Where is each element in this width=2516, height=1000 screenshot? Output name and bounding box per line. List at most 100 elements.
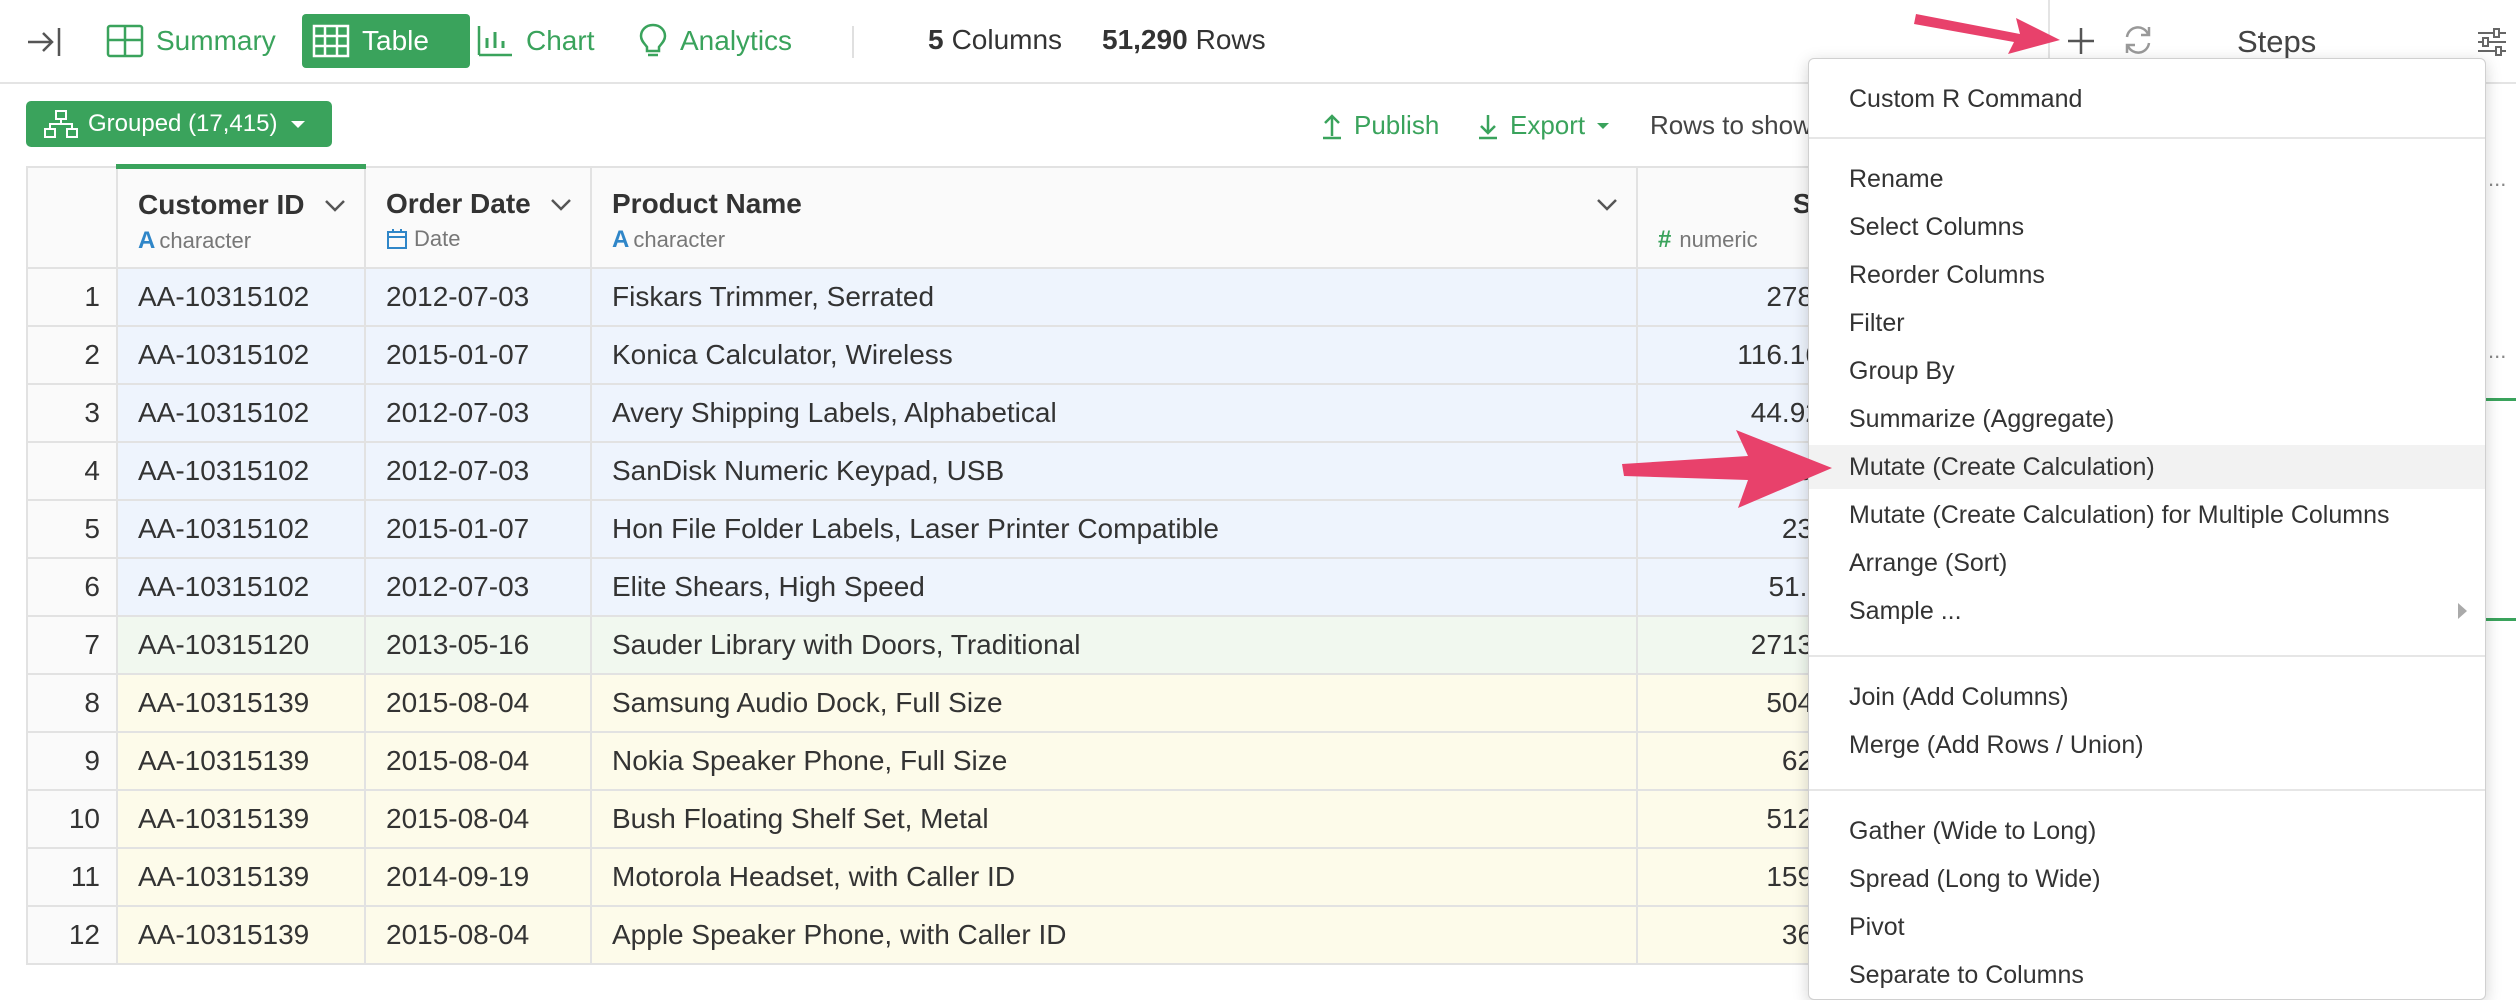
menu-item-select-columns[interactable]: Select Columns bbox=[1809, 205, 2485, 249]
cell-product-name: Fiskars Trimmer, Serrated bbox=[590, 267, 1638, 327]
cell-order-date: 2015-01-07 bbox=[364, 499, 592, 559]
menu-item-mutate[interactable]: Mutate (Create Calculation) bbox=[1809, 445, 2485, 489]
cell-order-date: 2015-01-07 bbox=[364, 325, 592, 385]
menu-item-summarize[interactable]: Summarize (Aggregate) bbox=[1809, 397, 2485, 441]
chevron-down-icon[interactable] bbox=[550, 198, 572, 212]
character-type-icon: A bbox=[612, 225, 630, 253]
chevron-down-icon[interactable] bbox=[1596, 198, 1618, 212]
menu-item-separate[interactable]: Separate to Columns bbox=[1809, 953, 2485, 997]
table-row: 5 AA-10315102 2015-01-07 Hon File Folder La… bbox=[26, 499, 1868, 559]
panel-ellipsis: ... bbox=[2488, 166, 2507, 191]
menu-item-reorder-columns[interactable]: Reorder Columns bbox=[1809, 253, 2485, 297]
table-row: 12 AA-10315139 2015-08-04 Apple Speaker Pho… bbox=[26, 905, 1868, 965]
tab-chart[interactable]: Chart bbox=[466, 14, 604, 68]
menu-item-filter[interactable]: Filter bbox=[1809, 301, 2485, 345]
table-row: 10 AA-10315139 2015-08-04 Bush Floating She… bbox=[26, 789, 1868, 849]
table-header-row: Customer ID Acharacter Order Date Date P… bbox=[26, 164, 1868, 269]
cell-product-name: Bush Floating Shelf Set, Metal bbox=[590, 789, 1638, 849]
column-type: Acharacter bbox=[138, 227, 364, 255]
refresh-icon[interactable] bbox=[2120, 22, 2156, 58]
menu-item-sample[interactable]: Sample ... bbox=[1809, 589, 2485, 633]
add-step-icon[interactable] bbox=[2064, 24, 2098, 58]
cell-product-name: Nokia Speaker Phone, Full Size bbox=[590, 731, 1638, 791]
upload-icon bbox=[1323, 113, 1341, 139]
column-header-order-date[interactable]: Order Date Date bbox=[364, 165, 592, 269]
menu-item-pivot[interactable]: Pivot bbox=[1809, 905, 2485, 949]
cell-product-name: Sauder Library with Doors, Traditional bbox=[590, 615, 1638, 675]
cell-product-name: Hon File Folder Labels, Laser Printer Co… bbox=[590, 499, 1638, 559]
tab-analytics-label: Analytics bbox=[680, 25, 793, 56]
cell-product-name: SanDisk Numeric Keypad, USB bbox=[590, 441, 1638, 501]
settings-sliders-icon[interactable] bbox=[2474, 24, 2510, 60]
cell-order-date: 2015-08-04 bbox=[364, 905, 592, 965]
add-step-menu: Custom R Command Rename Select Columns R… bbox=[1808, 58, 2486, 1000]
table-row: 1 AA-10315102 2012-07-03 Fiskars Trimmer, S… bbox=[26, 267, 1868, 327]
table-icon bbox=[312, 24, 350, 58]
row-number: 11 bbox=[26, 847, 118, 907]
tab-summary[interactable]: Summary bbox=[96, 14, 286, 68]
columns-count: 5 Columns bbox=[928, 24, 1062, 56]
table-row: 4 AA-10315102 2012-07-03 SanDisk Numeric Ke… bbox=[26, 441, 1868, 501]
export-button[interactable]: Export bbox=[1476, 110, 1623, 141]
columns-count-label: Columns bbox=[951, 24, 1063, 55]
menu-item-merge[interactable]: Merge (Add Rows / Union) bbox=[1809, 723, 2485, 767]
table-row: 3 AA-10315102 2012-07-03 Avery Shipping Lab… bbox=[26, 383, 1868, 443]
column-type-label: character bbox=[159, 228, 252, 253]
grouped-button[interactable]: Grouped (17,415) bbox=[26, 101, 332, 147]
row-number: 5 bbox=[26, 499, 118, 559]
cell-customer-id: AA-10315102 bbox=[116, 557, 366, 617]
column-type-label: character bbox=[633, 226, 726, 252]
row-number: 3 bbox=[26, 383, 118, 443]
cell-order-date: 2012-07-03 bbox=[364, 383, 592, 443]
chart-icon bbox=[477, 26, 512, 57]
cell-customer-id: AA-10315102 bbox=[116, 383, 366, 443]
cell-customer-id: AA-10315120 bbox=[116, 615, 366, 675]
collapse-sidebar-icon[interactable] bbox=[24, 22, 64, 62]
chevron-down-icon[interactable] bbox=[324, 199, 346, 213]
row-number: 1 bbox=[26, 267, 118, 327]
column-type: Acharacter bbox=[612, 226, 1636, 254]
toolbar-divider bbox=[852, 26, 854, 58]
menu-item-sample-label: Sample ... bbox=[1849, 596, 1962, 625]
menu-item-join[interactable]: Join (Add Columns) bbox=[1809, 675, 2485, 719]
row-number: 4 bbox=[26, 441, 118, 501]
cell-order-date: 2012-07-03 bbox=[364, 441, 592, 501]
cell-customer-id: AA-10315102 bbox=[116, 325, 366, 385]
panel-accent-line bbox=[2486, 398, 2516, 401]
cell-customer-id: AA-10315139 bbox=[116, 905, 366, 965]
row-number: 10 bbox=[26, 789, 118, 849]
column-type-label: numeric bbox=[1679, 226, 1758, 252]
tab-analytics[interactable]: Analytics bbox=[628, 14, 802, 68]
row-number-header bbox=[26, 165, 118, 269]
cell-order-date: 2015-08-04 bbox=[364, 673, 592, 733]
cell-product-name: Motorola Headset, with Caller ID bbox=[590, 847, 1638, 907]
row-number: 2 bbox=[26, 325, 118, 385]
numeric-type-icon: # bbox=[1658, 225, 1672, 253]
tab-table-label: Table bbox=[362, 25, 429, 56]
cell-customer-id: AA-10315102 bbox=[116, 267, 366, 327]
publish-button[interactable]: Publish bbox=[1320, 110, 1439, 141]
menu-item-gather[interactable]: Gather (Wide to Long) bbox=[1809, 809, 2485, 853]
menu-item-group-by[interactable]: Group By bbox=[1809, 349, 2485, 393]
cell-order-date: 2015-08-04 bbox=[364, 789, 592, 849]
menu-divider bbox=[1809, 655, 2485, 657]
menu-item-spread[interactable]: Spread (Long to Wide) bbox=[1809, 857, 2485, 901]
cell-customer-id: AA-10315139 bbox=[116, 731, 366, 791]
cell-product-name: Elite Shears, High Speed bbox=[590, 557, 1638, 617]
cell-product-name: Avery Shipping Labels, Alphabetical bbox=[590, 383, 1638, 443]
column-header-customer-id[interactable]: Customer ID Acharacter bbox=[116, 164, 366, 269]
column-type: Date bbox=[386, 226, 590, 252]
grouped-label: Grouped (17,415) bbox=[88, 110, 278, 137]
cell-product-name: Samsung Audio Dock, Full Size bbox=[590, 673, 1638, 733]
character-type-icon: A bbox=[138, 227, 156, 254]
menu-item-custom-r-command[interactable]: Custom R Command bbox=[1809, 77, 2485, 121]
menu-item-rename[interactable]: Rename bbox=[1809, 157, 2485, 201]
tab-table[interactable]: Table bbox=[302, 14, 470, 68]
table-row: 2 AA-10315102 2015-01-07 Konica Calculator,… bbox=[26, 325, 1868, 385]
cell-order-date: 2014-09-19 bbox=[364, 847, 592, 907]
menu-item-arrange[interactable]: Arrange (Sort) bbox=[1809, 541, 2485, 585]
panel-accent-line bbox=[2486, 618, 2516, 621]
menu-item-mutate-multiple[interactable]: Mutate (Create Calculation) for Multiple… bbox=[1809, 493, 2485, 537]
column-header-product-name[interactable]: Product Name Acharacter bbox=[590, 165, 1638, 269]
rows-count: 51,290 Rows bbox=[1102, 24, 1266, 56]
